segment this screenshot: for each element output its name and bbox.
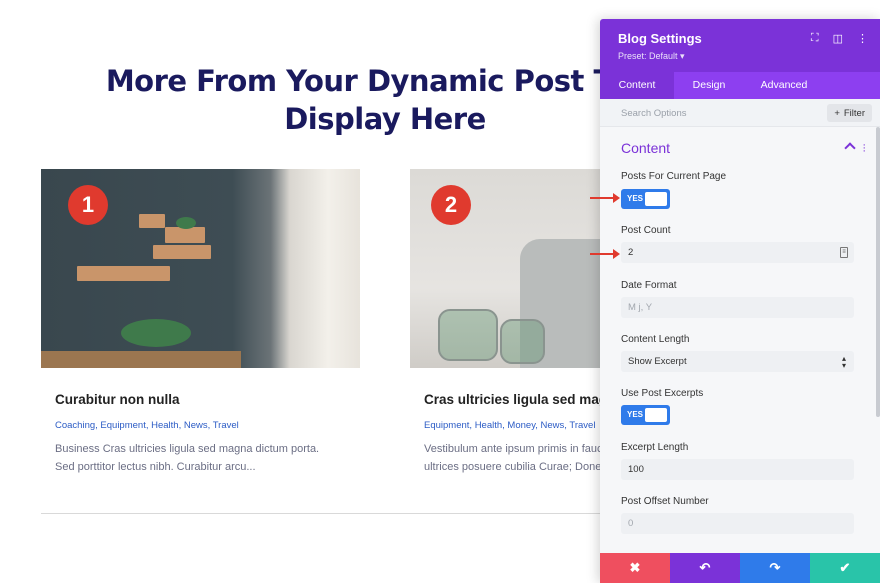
post-excerpt: Vestibulum ante ipsum primis in faucibus… bbox=[424, 440, 610, 476]
shelf bbox=[77, 266, 170, 281]
more-options-icon[interactable]: · · · bbox=[862, 140, 866, 157]
save-button[interactable]: ✔ bbox=[810, 553, 880, 583]
field-label: Post Offset Number bbox=[621, 496, 709, 507]
post-count-input[interactable]: 2 ≡ bbox=[621, 242, 854, 263]
excerpt-line: ultrices posuere cubilia Curae; Donec bbox=[424, 461, 607, 473]
field-label: Date Format bbox=[621, 280, 677, 291]
toggle-state: YES bbox=[627, 194, 644, 203]
page: More From Your Dynamic Post Title Displa… bbox=[0, 0, 880, 583]
shelf bbox=[139, 214, 165, 228]
field-label: Use Post Excerpts bbox=[621, 388, 704, 399]
shelf bbox=[153, 245, 211, 259]
content-length-select[interactable]: Show Excerpt ▴ ▾ bbox=[621, 351, 854, 372]
panel-header[interactable]: Blog Settings Preset: Default ▾ ⛶ ◫ ⋮ bbox=[600, 19, 880, 72]
chevron-up-icon[interactable] bbox=[844, 142, 856, 154]
excerpt-line: Vestibulum ante ipsum primis in faucibus bbox=[424, 443, 610, 455]
plus-icon: + bbox=[834, 107, 840, 119]
number-badge: 1 bbox=[68, 185, 108, 225]
toggle-state: YES bbox=[627, 410, 644, 419]
panel-title: Blog Settings bbox=[618, 31, 702, 46]
expand-icon[interactable]: ⛶ bbox=[811, 32, 819, 45]
select-arrows-icon: ▴ ▾ bbox=[841, 354, 846, 370]
post-categories[interactable]: Equipment, Health, Money, News, Travel bbox=[424, 420, 610, 431]
undo-button[interactable]: ↶ bbox=[670, 553, 740, 583]
post-image[interactable]: 2 bbox=[410, 169, 610, 368]
post-title[interactable]: Curabitur non nulla bbox=[55, 392, 360, 407]
filter-button[interactable]: + Filter bbox=[827, 104, 872, 122]
field-label: Excerpt Length bbox=[621, 442, 689, 453]
panel-header-icons: ⛶ ◫ ⋮ bbox=[811, 32, 868, 45]
search-bar: Search Options + Filter bbox=[600, 99, 880, 127]
plant bbox=[121, 319, 191, 347]
field-label: Post Count bbox=[621, 225, 671, 236]
more-options-icon[interactable]: ⋮ bbox=[857, 32, 868, 45]
redo-button[interactable]: ↷ bbox=[740, 553, 810, 583]
posts-current-page-toggle[interactable]: YES bbox=[621, 189, 670, 209]
tab-design[interactable]: Design bbox=[674, 72, 744, 99]
use-post-excerpts-toggle[interactable]: YES bbox=[621, 405, 670, 425]
annotation-arrow-icon bbox=[590, 193, 620, 203]
stepper-icon[interactable]: ≡ bbox=[840, 247, 848, 258]
vase bbox=[438, 309, 498, 361]
field-value: 2 bbox=[628, 247, 634, 258]
excerpt-length-input[interactable]: 100 bbox=[621, 459, 854, 480]
columns-icon[interactable]: ◫ bbox=[833, 32, 843, 45]
date-format-input[interactable]: M j, Y bbox=[621, 297, 854, 318]
scrollbar[interactable] bbox=[876, 127, 880, 417]
post-card: 1 Curabitur non nulla Coaching, Equipmen… bbox=[41, 169, 360, 476]
number-badge: 2 bbox=[431, 185, 471, 225]
tab-content[interactable]: Content bbox=[600, 72, 674, 99]
post-image[interactable]: 1 bbox=[41, 169, 360, 368]
preset-dropdown[interactable]: Preset: Default ▾ bbox=[618, 51, 685, 62]
shelf bbox=[165, 227, 205, 243]
divider bbox=[41, 513, 611, 514]
cancel-button[interactable]: ✖ bbox=[600, 553, 670, 583]
vase bbox=[500, 319, 545, 364]
panel-body: Content · · · Posts For Current Page YES P… bbox=[600, 127, 880, 553]
select-value: Show Excerpt bbox=[628, 356, 687, 367]
plant bbox=[176, 217, 196, 229]
section-title[interactable]: Content bbox=[621, 140, 670, 156]
post-categories[interactable]: Coaching, Equipment, Health, News, Trave… bbox=[55, 420, 360, 431]
panel-footer: ✖ ↶ ↷ ✔ bbox=[600, 553, 880, 583]
toggle-knob bbox=[645, 408, 667, 422]
field-label: Content Length bbox=[621, 334, 690, 345]
annotation-arrow-icon bbox=[590, 249, 620, 259]
post-offset-input[interactable]: 0 bbox=[621, 513, 854, 534]
blog-settings-panel: Blog Settings Preset: Default ▾ ⛶ ◫ ⋮ Co… bbox=[600, 19, 880, 583]
toggle-knob bbox=[645, 192, 667, 206]
filter-label: Filter bbox=[843, 107, 865, 119]
field-label: Posts For Current Page bbox=[621, 171, 727, 182]
post-title[interactable]: Cras ultricies ligula sed magna bbox=[424, 392, 610, 407]
excerpt-line: Business Cras ultricies ligula sed magna… bbox=[55, 443, 320, 455]
post-card: 2 Cras ultricies ligula sed magna Equipm… bbox=[410, 169, 610, 476]
desk bbox=[41, 351, 241, 368]
post-excerpt: Business Cras ultricies ligula sed magna… bbox=[55, 440, 360, 476]
tab-advanced[interactable]: Advanced bbox=[744, 72, 824, 99]
excerpt-line: Sed porttitor lectus nibh. Curabitur arc… bbox=[55, 461, 256, 473]
search-input[interactable]: Search Options bbox=[621, 108, 686, 119]
panel-tabs: Content Design Advanced bbox=[600, 72, 880, 99]
